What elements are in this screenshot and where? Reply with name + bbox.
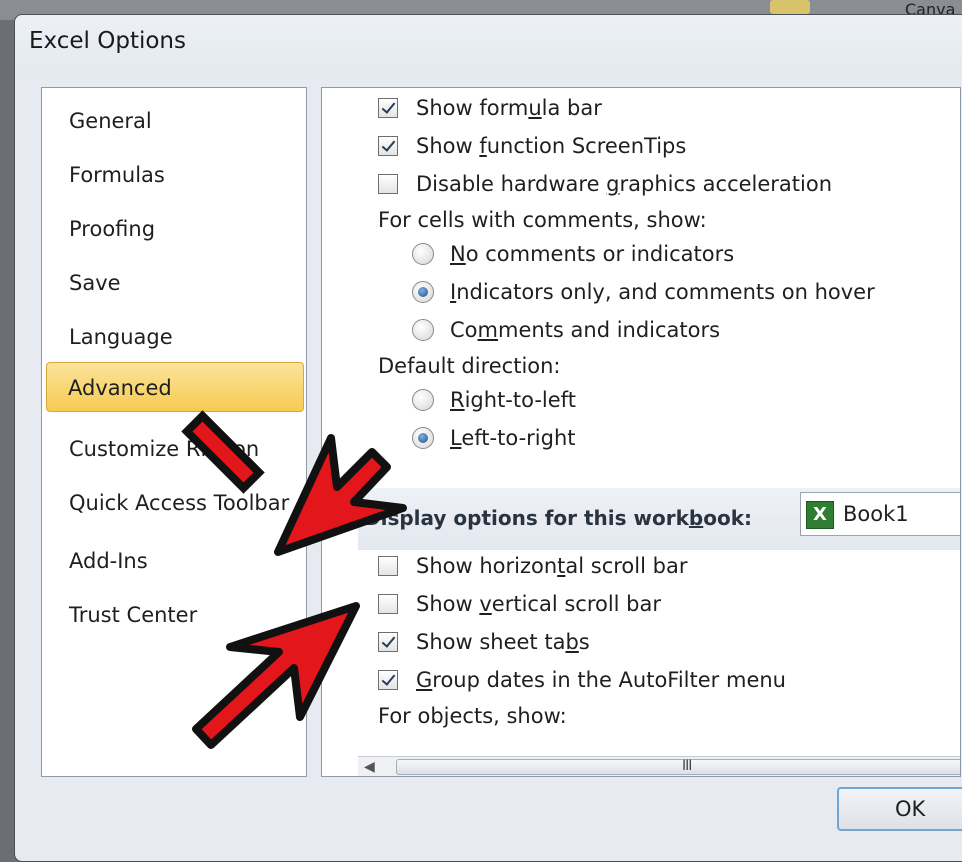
annotation-arrows	[181, 410, 407, 749]
red-arrow-icon	[181, 410, 265, 494]
red-arrow-icon	[274, 434, 407, 556]
red-arrow-icon	[192, 602, 360, 749]
